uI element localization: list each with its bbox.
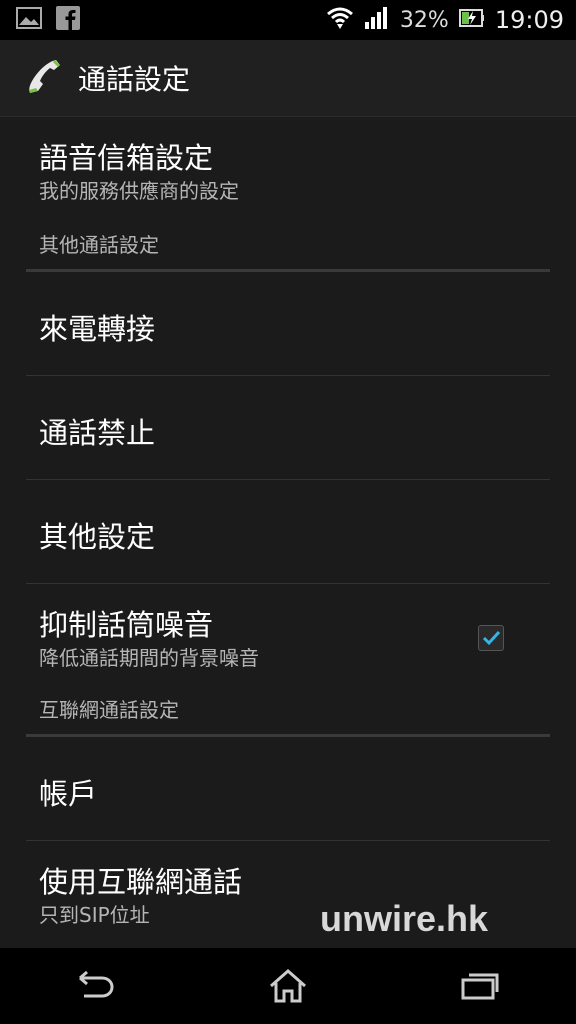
item-summary: 我的服務供應商的設定: [39, 179, 239, 203]
category-other-call-settings: 其他通話設定: [26, 225, 550, 272]
clock: 19:09: [494, 6, 564, 34]
signal-icon: [364, 6, 390, 34]
facebook-icon: [56, 6, 80, 34]
item-title: 其他設定: [39, 520, 156, 554]
category-label: 互聯網通話設定: [39, 698, 179, 722]
battery-percent: 32%: [399, 7, 449, 33]
settings-list: 語音信箱設定 我的服務供應商的設定 其他通話設定 來電轉接 通話禁止 其他設定 …: [0, 117, 576, 948]
item-summary: 降低通話期間的背景噪音: [39, 646, 259, 670]
item-summary: 只到SIP位址: [39, 903, 150, 927]
item-title: 通話禁止: [39, 416, 156, 450]
home-icon[interactable]: [258, 961, 318, 1011]
item-title: 抑制話筒噪音: [39, 608, 214, 642]
accounts-item[interactable]: 帳戶: [26, 737, 550, 841]
item-title: 使用互聯網通話: [39, 865, 243, 899]
wifi-icon: [326, 6, 354, 34]
call-forwarding-item[interactable]: 來電轉接: [26, 272, 550, 376]
watermark: unwire.hk: [320, 898, 489, 939]
noise-suppression-checkbox[interactable]: [478, 625, 504, 651]
battery-icon: [458, 8, 485, 32]
noise-suppression-item[interactable]: 抑制話筒噪音 降低通話期間的背景噪音: [26, 584, 550, 692]
back-icon[interactable]: [66, 961, 126, 1011]
item-title: 來電轉接: [39, 312, 156, 346]
item-title: 語音信箱設定: [39, 141, 214, 175]
page-title: 通話設定: [78, 63, 191, 96]
other-settings-item[interactable]: 其他設定: [26, 480, 550, 584]
voicemail-settings-item[interactable]: 語音信箱設定 我的服務供應商的設定: [26, 117, 550, 227]
category-label: 其他通話設定: [39, 233, 159, 257]
item-title: 帳戶: [39, 777, 98, 811]
gallery-icon: [16, 7, 42, 33]
navigation-bar: [0, 948, 576, 1024]
checkmark-icon: [482, 630, 501, 646]
category-internet-call-settings: 互聯網通話設定: [26, 690, 550, 737]
action-bar: 通話設定: [0, 40, 576, 117]
recent-apps-icon[interactable]: [450, 961, 510, 1011]
call-barring-item[interactable]: 通話禁止: [26, 376, 550, 480]
status-bar: 32% 19:09: [0, 0, 576, 40]
phone-handset-icon[interactable]: [24, 57, 66, 99]
